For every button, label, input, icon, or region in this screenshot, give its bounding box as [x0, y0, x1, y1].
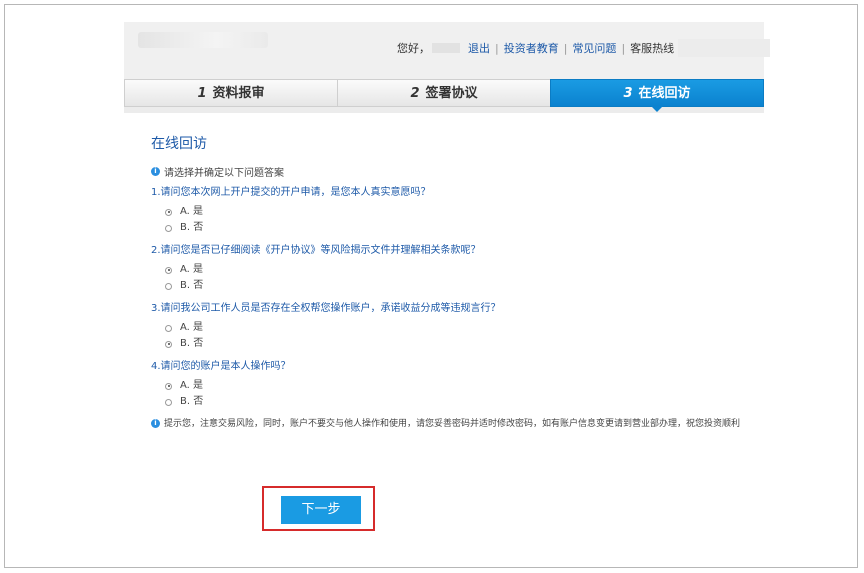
step-1: 1 资料报审 [124, 79, 337, 107]
option-label: B. 否 [180, 338, 204, 349]
step-number: 2 [410, 86, 420, 101]
step-number: 3 [623, 86, 633, 101]
header: 您好， 退出 | 投资者教育 | 常见问题 | 客服热线 [124, 22, 771, 79]
step-label: 在线回访 [638, 86, 691, 101]
option-label: B. 否 [180, 222, 204, 233]
option-b[interactable]: B. 否 [151, 278, 737, 294]
option-label: A. 是 [180, 206, 204, 217]
question-4: 4.请问您的账户是本人操作吗？ A. 是 B. 否 [151, 360, 737, 410]
option-a[interactable]: A. 是 [151, 262, 737, 278]
question-text: 2.请问您是否已仔细阅读《开户协议》等风险揭示文件并理解相关条款呢？ [151, 245, 481, 256]
radio-unchecked[interactable] [165, 224, 172, 232]
option-label: A. 是 [180, 380, 204, 391]
question-text: 1.请问您本次网上开户提交的开户申请，是您本人真实意愿吗？ [151, 187, 431, 198]
option-b[interactable]: B. 否 [151, 220, 737, 236]
top-links: 您好， 退出 | 投资者教育 | 常见问题 | 客服热线 [397, 39, 771, 57]
radio-unchecked[interactable] [165, 398, 172, 406]
instruction-text: 请选择并确定以下问题答案 [164, 168, 284, 179]
question-text: 4.请问您的账户是本人操作吗？ [151, 361, 291, 372]
radio-checked[interactable] [165, 382, 172, 390]
hotline-label: 客服热线 [630, 42, 675, 55]
step-3-active: 3 在线回访 [550, 79, 764, 112]
question-2: 2.请问您是否已仔细阅读《开户协议》等风险揭示文件并理解相关条款呢？ A. 是 … [151, 244, 737, 294]
option-a[interactable]: A. 是 [151, 320, 737, 336]
step-progress: 1 资料报审 2 签署协议 3 在线回访 [124, 79, 764, 112]
radio-checked[interactable] [165, 266, 172, 274]
question-3: 3.请问我公司工作人员是否存在全权帮您操作账户，承诺收益分成等违规言行？ A. … [151, 302, 737, 352]
radio-checked[interactable] [165, 208, 172, 216]
hotline-number-redacted [678, 39, 771, 57]
page-title: 在线回访 [151, 136, 207, 152]
next-step-button[interactable]: 下一步 [281, 496, 361, 524]
step-2: 2 签署协议 [337, 79, 550, 107]
step-number: 1 [197, 86, 207, 101]
faq-link[interactable]: 常见问题 [572, 40, 616, 56]
step-label: 签署协议 [425, 86, 478, 101]
option-label: B. 否 [180, 396, 204, 407]
option-label: B. 否 [180, 280, 204, 291]
option-b[interactable]: B. 否 [151, 394, 737, 410]
instruction: i 请选择并确定以下问题答案 [151, 165, 737, 179]
option-label: A. 是 [180, 264, 204, 275]
option-label: A. 是 [180, 322, 204, 333]
logo [138, 32, 268, 48]
question-text: 3.请问我公司工作人员是否存在全权帮您操作账户，承诺收益分成等违规言行？ [151, 303, 501, 314]
next-button-highlight: 下一步 [262, 486, 375, 531]
option-a[interactable]: A. 是 [151, 204, 737, 220]
risk-notice: i 提示您，注意交易风险，同时，账户不要交与他人操作和使用，请您妥善密码并适时修改… [151, 418, 741, 431]
separator: | [563, 41, 568, 55]
step-label: 资料报审 [212, 86, 265, 101]
info-icon: i [151, 419, 160, 428]
logout-link[interactable]: 退出 [468, 40, 490, 56]
option-b[interactable]: B. 否 [151, 336, 737, 352]
option-a[interactable]: A. 是 [151, 378, 737, 394]
notice-text: 提示您，注意交易风险，同时，账户不要交与他人操作和使用，请您妥善密码并适时修改密… [164, 419, 741, 429]
radio-unchecked[interactable] [165, 324, 172, 332]
investor-education-link[interactable]: 投资者教育 [504, 40, 559, 56]
greeting-text: 您好， [397, 42, 430, 55]
radio-unchecked[interactable] [165, 282, 172, 290]
username-redacted [432, 43, 460, 53]
separator: | [495, 41, 499, 55]
main-container: 您好， 退出 | 投资者教育 | 常见问题 | 客服热线 1 资料报审 2 签署协议… [124, 22, 771, 431]
separator: | [621, 41, 626, 55]
info-icon: i [151, 167, 160, 176]
question-1: 1.请问您本次网上开户提交的开户申请，是您本人真实意愿吗？ A. 是 B. 否 [151, 186, 737, 236]
content-area: 在线回访 i 请选择并确定以下问题答案 1.请问您本次网上开户提交的开户申请，是… [124, 133, 764, 431]
radio-checked[interactable] [165, 340, 172, 348]
